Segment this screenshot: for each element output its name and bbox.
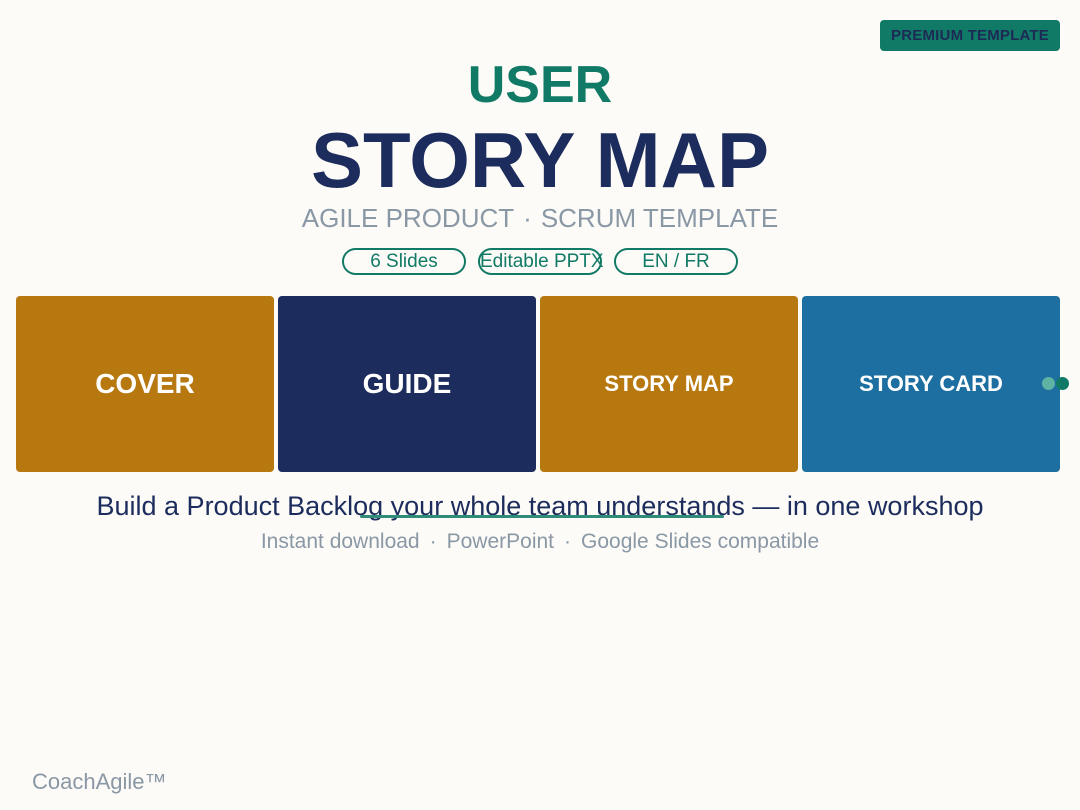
card-guide[interactable]: GUIDE [278, 296, 536, 472]
feature-google-slides: Google Slides compatible [581, 530, 820, 553]
tagline: Build a Product Backlog your whole team … [96, 491, 984, 521]
card-cover[interactable]: COVER [16, 296, 274, 472]
carousel-dot-active[interactable] [1056, 377, 1069, 390]
pill-slide-count: 6 Slides [342, 248, 466, 275]
title-line-story-map: STORY MAP [311, 116, 769, 204]
card-story-map[interactable]: STORY MAP [540, 296, 798, 472]
pill-languages: EN / FR [614, 248, 738, 275]
subtitle-part-agile-product: AGILE PRODUCT [301, 203, 515, 233]
feature-separator: · [429, 530, 437, 553]
card-story-map-label: STORY MAP [604, 371, 734, 396]
title-line-user: USER [467, 56, 613, 114]
feature-instant-download: Instant download [260, 530, 420, 553]
card-story-card-label: STORY CARD [859, 371, 1003, 396]
feature-powerpoint: PowerPoint [446, 530, 555, 553]
card-story-card[interactable]: STORY CARD [802, 296, 1060, 472]
premium-template-badge: PREMIUM TEMPLATE [880, 20, 1060, 51]
pill-editable-pptx: Editable PPTX [478, 248, 604, 275]
subtitle: AGILE PRODUCT · SCRUM TEMPLATE [0, 200, 1080, 236]
feature-separator: · [564, 530, 572, 553]
tagline-underline-decoration [360, 515, 724, 518]
card-guide-label: GUIDE [362, 368, 452, 399]
brand-logo-text: CoachAgile™ [32, 769, 167, 794]
carousel-dot-inactive[interactable] [1042, 377, 1055, 390]
subtitle-part-scrum-template: SCRUM TEMPLATE [540, 203, 779, 233]
card-cover-label: COVER [95, 368, 195, 399]
subtitle-separator: · [523, 203, 532, 233]
sub-tagline: Instant download · PowerPoint · Google Slide… [0, 527, 1080, 557]
